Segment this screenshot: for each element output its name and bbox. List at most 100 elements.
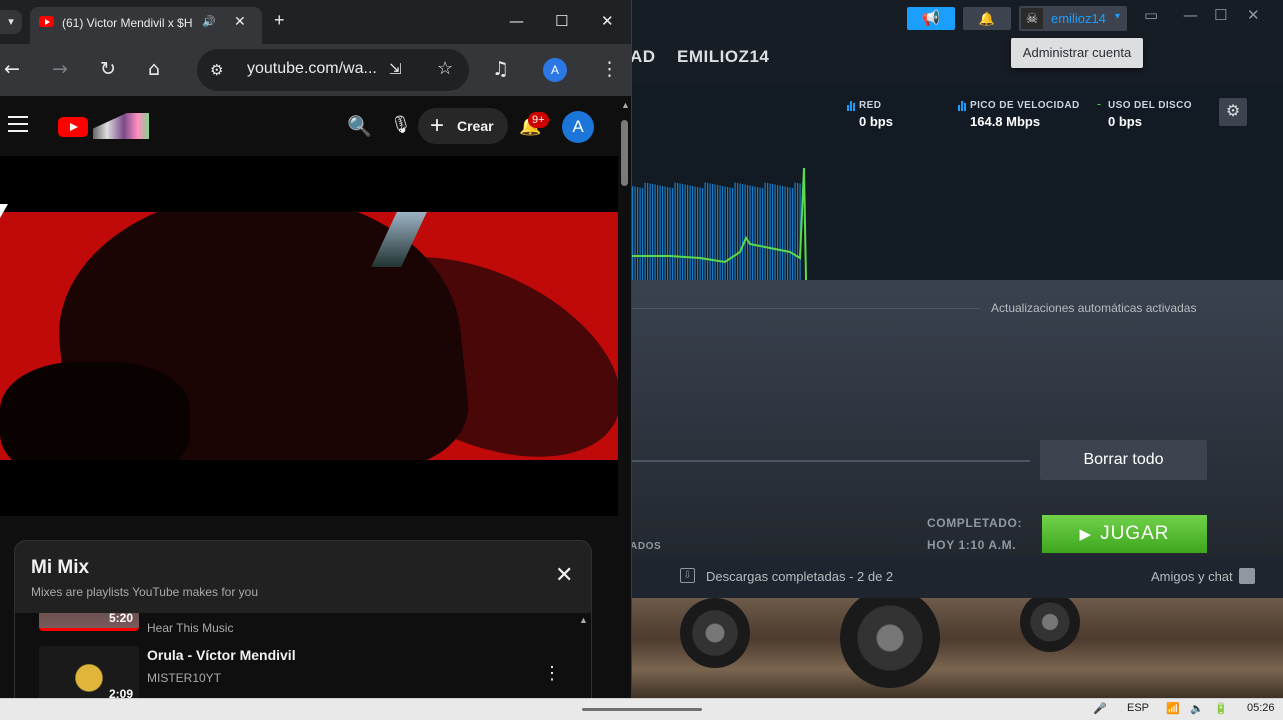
- graph-bar: [647, 183, 649, 280]
- youtube-logo[interactable]: [58, 117, 88, 137]
- create-button[interactable]: + Crear: [418, 108, 508, 144]
- graph-bar: [752, 186, 754, 280]
- volume-icon[interactable]: 🔈: [1190, 702, 1204, 715]
- search-icon[interactable]: 🔍: [347, 114, 372, 139]
- completed-label: COMPLETADO:: [927, 516, 1023, 530]
- downloads-icon[interactable]: ⇩: [680, 568, 695, 583]
- graph-bar: [654, 184, 656, 280]
- friends-icon[interactable]: [1239, 568, 1255, 584]
- graph-bar: [714, 184, 716, 280]
- friends-chat-button[interactable]: Amigos y chat: [1151, 569, 1233, 584]
- minimize-button[interactable]: —: [1183, 6, 1198, 24]
- scroll-up-icon[interactable]: ▲: [621, 100, 630, 110]
- graph-bar: [737, 183, 739, 280]
- nav-item-partial[interactable]: AD: [630, 47, 656, 67]
- gear-icon: ⚙: [1225, 103, 1241, 120]
- graph-bar: [767, 183, 769, 280]
- taskbar-handle[interactable]: [582, 708, 702, 711]
- clear-all-button[interactable]: Borrar todo: [1040, 440, 1207, 480]
- scroll-up-icon[interactable]: ▲: [579, 615, 588, 625]
- play-button[interactable]: ▶ JUGAR: [1042, 515, 1207, 553]
- graph-bar: [632, 186, 634, 280]
- mix-title: Mi Mix: [31, 557, 90, 578]
- back-icon[interactable]: ←: [4, 58, 20, 80]
- star-icon[interactable]: ☆: [437, 58, 453, 79]
- graph-bar: [769, 183, 771, 280]
- download-settings-button[interactable]: ⚙: [1219, 98, 1247, 126]
- mix-list: 5:20 Hear This Music 2:09 Orula - Víctor…: [15, 613, 591, 700]
- video-thumbnail[interactable]: 2:09: [39, 646, 139, 700]
- graph-bar: [679, 183, 681, 280]
- audio-playing-icon[interactable]: 🔊: [202, 15, 216, 28]
- graph-bar: [674, 182, 676, 280]
- graph-bar: [652, 184, 654, 280]
- graph-bar: [757, 187, 759, 280]
- nav-item-profile[interactable]: EMILIOZ14: [677, 47, 769, 67]
- youtube-doodle[interactable]: [93, 113, 149, 139]
- close-icon[interactable]: ✕: [234, 13, 246, 30]
- video-player[interactable]: [0, 156, 618, 516]
- graph-bar: [682, 184, 684, 280]
- battery-icon[interactable]: 🔋: [1214, 702, 1228, 715]
- address-bar[interactable]: ⚙ youtube.com/wa... ⇲ ☆: [197, 49, 469, 91]
- url-text[interactable]: youtube.com/wa...: [247, 60, 377, 78]
- clock[interactable]: 05:26: [1247, 702, 1275, 714]
- mic-icon[interactable]: 🎙: [390, 115, 412, 135]
- mix-playlist-panel: Mi Mix Mixes are playlists YouTube makes…: [14, 540, 592, 700]
- scrollbar-thumb[interactable]: [621, 120, 628, 186]
- graph-bar: [739, 183, 741, 280]
- avatar[interactable]: A: [562, 111, 594, 143]
- create-label: Crear: [457, 118, 494, 134]
- tab-youtube[interactable]: (61) Victor Mendivil x $H 🔊 ✕: [30, 7, 262, 44]
- graph-bar: [747, 185, 749, 280]
- more-icon[interactable]: ⋮: [543, 663, 561, 684]
- maximize-button[interactable]: ☐: [555, 12, 568, 30]
- video-title[interactable]: Orula - Víctor Mendivil: [147, 647, 296, 663]
- youtube-header: 🔍 🎙 + Crear 🔔 9+ A: [0, 96, 618, 156]
- peak-bars-icon: [958, 101, 966, 111]
- install-icon[interactable]: ⇲: [389, 60, 402, 78]
- account-tooltip: Administrar cuenta: [1011, 38, 1143, 68]
- big-picture-icon[interactable]: ▭: [1144, 6, 1158, 24]
- downloads-status[interactable]: Descargas completadas - 2 de 2: [706, 569, 893, 584]
- account-menu-button[interactable]: ☠ emilioz14 ▾: [1019, 6, 1127, 31]
- minimize-button[interactable]: —: [509, 12, 524, 30]
- menu-icon[interactable]: ⋮: [600, 58, 619, 80]
- notifications-button[interactable]: 🔔: [963, 7, 1011, 30]
- divider: [630, 460, 1030, 462]
- chevron-down-icon: ▾: [1115, 11, 1121, 22]
- graph-bar: [707, 183, 709, 280]
- graph-bar: [649, 183, 651, 280]
- close-button[interactable]: ✕: [1247, 6, 1260, 24]
- tab-search-button[interactable]: ▾: [0, 10, 22, 34]
- reload-icon[interactable]: ↻: [100, 58, 116, 80]
- home-icon[interactable]: ⌂: [148, 58, 160, 80]
- graph-bar: [684, 184, 686, 280]
- new-tab-button[interactable]: +: [274, 10, 285, 31]
- close-icon[interactable]: ✕: [555, 563, 573, 588]
- graph-bar: [789, 187, 791, 280]
- close-button[interactable]: ✕: [601, 12, 614, 30]
- media-control-icon[interactable]: ♫: [492, 58, 509, 80]
- graph-bar: [792, 188, 794, 280]
- divider: [630, 308, 980, 309]
- video-channel: MISTER10YT: [147, 671, 222, 685]
- graph-bar: [634, 186, 636, 280]
- menu-icon[interactable]: [8, 116, 28, 132]
- announcements-button[interactable]: 📢: [907, 7, 955, 30]
- steam-window: 📢 🔔 ☠ emilioz14 ▾ ▭ — ☐ ✕ Administrar cu…: [630, 0, 1283, 700]
- wifi-icon[interactable]: 📶: [1166, 702, 1180, 715]
- forward-icon[interactable]: →: [52, 58, 68, 80]
- graph-bar: [732, 188, 734, 280]
- graph-bar: [712, 184, 714, 280]
- language-indicator[interactable]: ESP: [1127, 702, 1149, 714]
- video-thumbnail[interactable]: 5:20: [39, 613, 139, 631]
- mic-icon[interactable]: 🎤: [1093, 702, 1107, 715]
- profile-button[interactable]: A: [543, 58, 567, 82]
- graph-bar: [639, 187, 641, 280]
- graph-bar: [782, 186, 784, 280]
- maximize-button[interactable]: ☐: [1214, 6, 1227, 24]
- steam-footer: ⇩ Descargas completadas - 2 de 2 Amigos …: [630, 556, 1283, 598]
- page-scrollbar[interactable]: ▲: [618, 100, 631, 700]
- site-info-icon[interactable]: ⚙: [210, 61, 223, 79]
